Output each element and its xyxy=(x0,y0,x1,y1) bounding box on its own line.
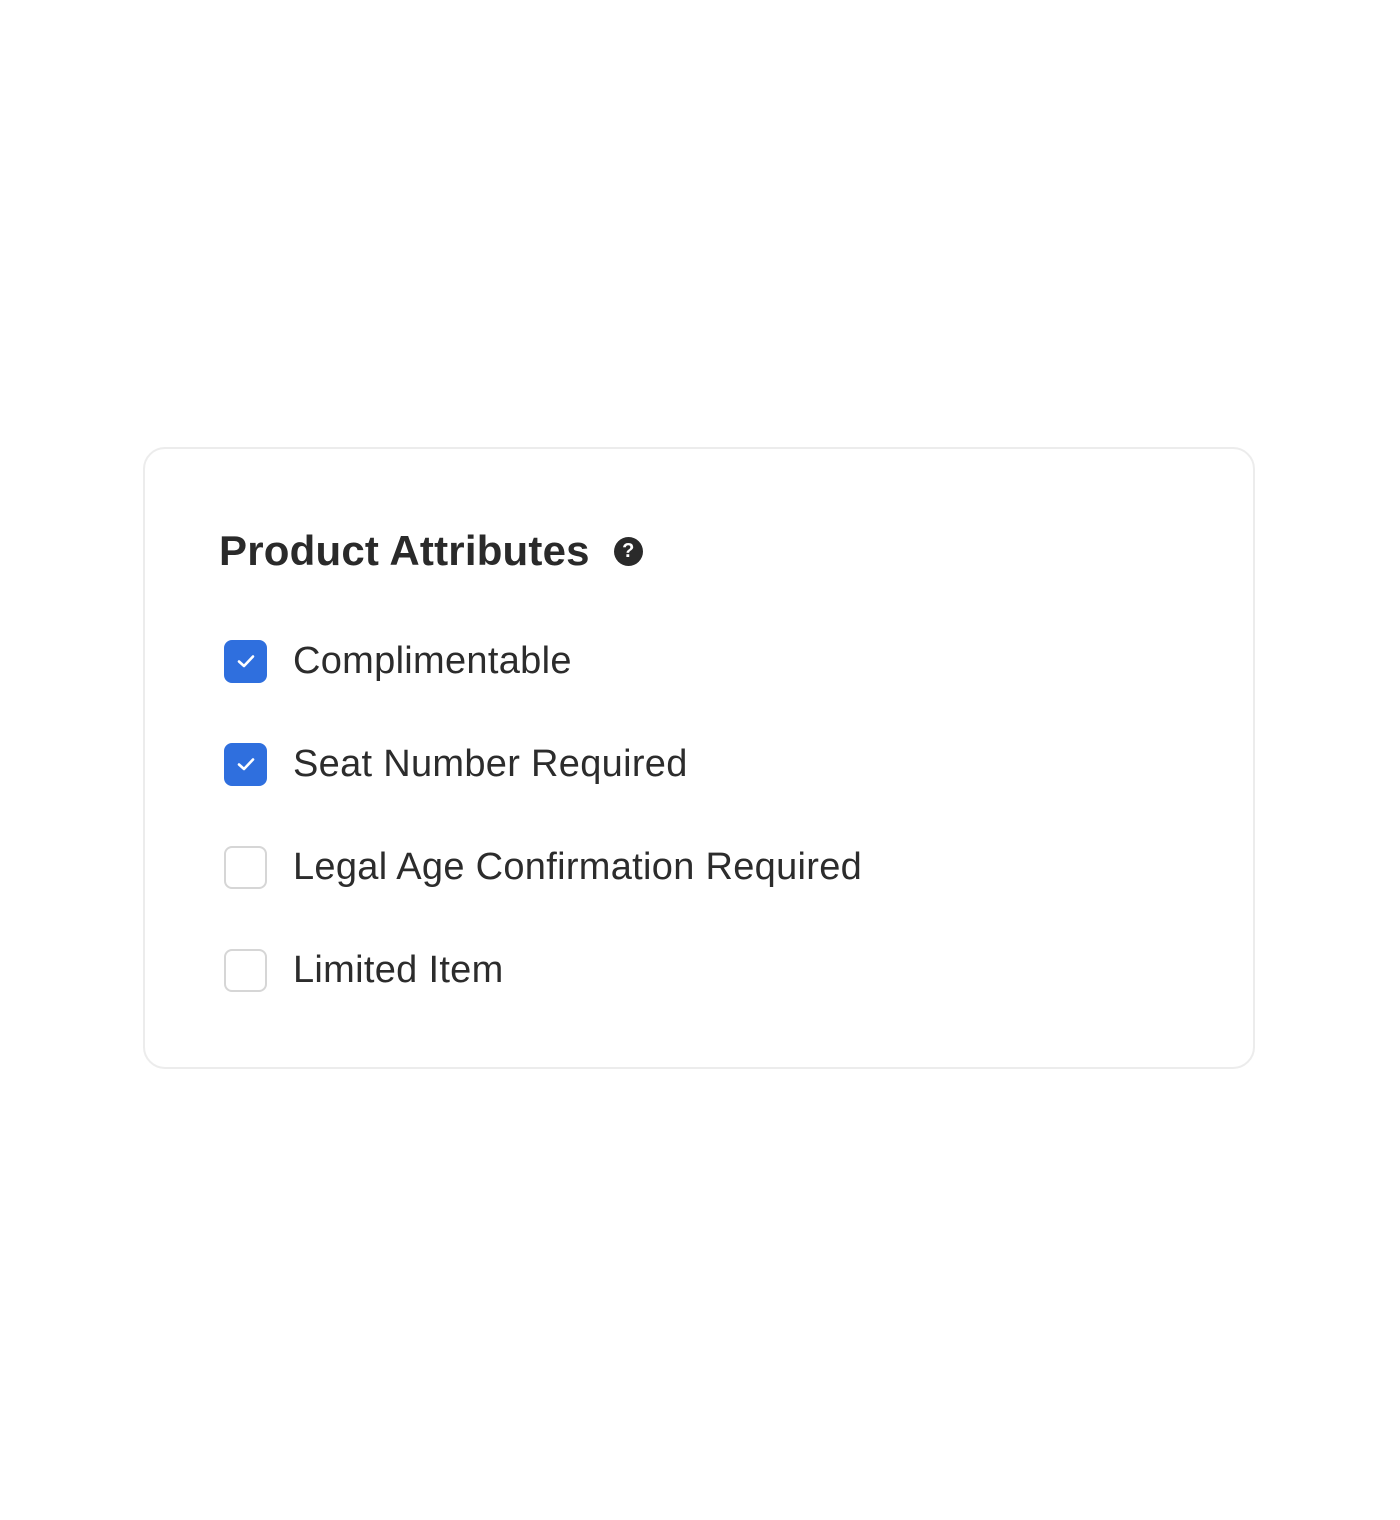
option-label: Seat Number Required xyxy=(293,742,688,785)
option-label: Legal Age Confirmation Required xyxy=(293,845,863,888)
option-label: Limited Item xyxy=(293,948,504,991)
checkmark-icon xyxy=(237,758,254,771)
option-complimentable[interactable]: Complimentable xyxy=(224,638,572,684)
checkbox[interactable] xyxy=(224,845,267,889)
checkbox[interactable] xyxy=(224,948,267,992)
checkmark-icon xyxy=(237,655,254,668)
option-seat-number-required[interactable]: Seat Number Required xyxy=(224,741,688,787)
product-attributes-card: Product Attributes ? Complimentable Seat… xyxy=(143,447,1255,1069)
option-limited-item[interactable]: Limited Item xyxy=(224,947,504,993)
card-header: Product Attributes ? xyxy=(219,525,643,577)
checkbox[interactable] xyxy=(224,742,267,786)
question-circle-icon[interactable]: ? xyxy=(613,536,643,566)
option-legal-age-confirmation-required[interactable]: Legal Age Confirmation Required xyxy=(224,844,862,890)
checkbox[interactable] xyxy=(224,639,267,683)
card-title: Product Attributes xyxy=(219,527,590,574)
option-label: Complimentable xyxy=(293,639,572,682)
